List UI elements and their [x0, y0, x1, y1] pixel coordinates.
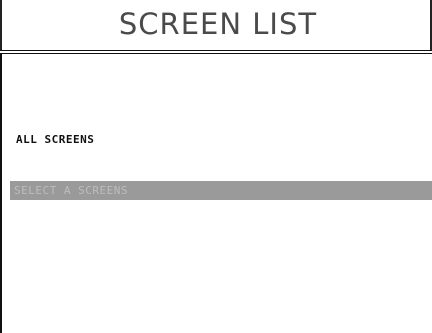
screen-list: ALL SCREENS SELECT A SCREENS — [0, 54, 432, 333]
page-title: SCREEN LIST — [118, 7, 318, 41]
title-bar: SCREEN LIST — [0, 0, 432, 50]
list-item-all-screens[interactable]: ALL SCREENS — [16, 133, 94, 146]
list-item-select-a-screens[interactable]: SELECT A SCREENS — [10, 181, 432, 200]
